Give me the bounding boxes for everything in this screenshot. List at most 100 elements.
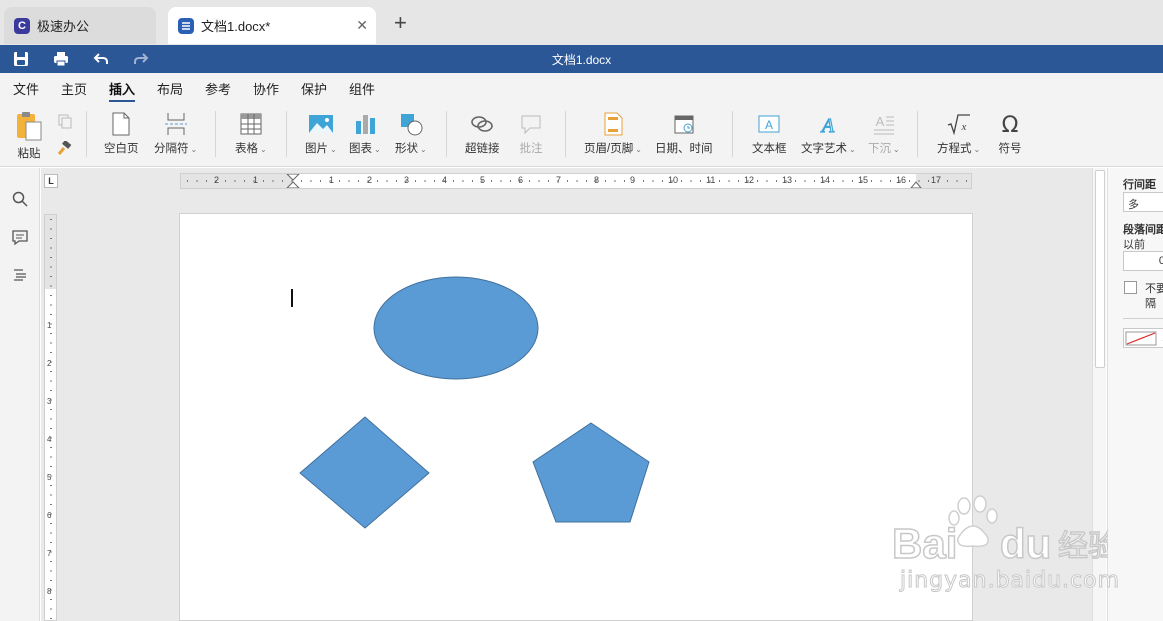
close-icon[interactable]: ✕: [356, 17, 368, 34]
paste-button[interactable]: 粘贴: [14, 110, 44, 161]
hyperlink-button[interactable]: 超链接: [465, 111, 500, 156]
navigation-icon[interactable]: [11, 266, 29, 284]
ruler-tick: 11: [706, 175, 716, 185]
svg-text:Bai: Bai: [892, 520, 957, 567]
menu-home[interactable]: 主页: [61, 79, 87, 98]
word-art-button[interactable]: A 文字艺术 ⌄: [801, 111, 856, 156]
format-painter-icon[interactable]: [56, 141, 72, 157]
scrollbar-thumb[interactable]: [1095, 170, 1105, 368]
menu-references[interactable]: 参考: [205, 79, 231, 98]
tab-label: 极速办公: [37, 19, 90, 34]
picture-button[interactable]: 图片 ⌄: [305, 111, 337, 156]
svg-text:A: A: [765, 118, 773, 132]
ruler-tick: 4: [47, 435, 52, 444]
menu-layout[interactable]: 布局: [157, 79, 183, 98]
spacing-before-input[interactable]: 0: [1123, 251, 1163, 271]
header-footer-icon: [604, 112, 623, 136]
vertical-ruler[interactable]: 1 2 3 4 5 6 7 8: [44, 214, 57, 621]
picture-icon: [308, 115, 333, 133]
ribbon-separator: [732, 111, 733, 157]
menu-bar: 文件 主页 插入 布局 参考 协作 保护 组件: [0, 73, 1163, 103]
comment-icon: [521, 115, 541, 135]
spacing-before-label: 以前: [1123, 239, 1145, 251]
shape-button[interactable]: 形状 ⌄: [395, 111, 427, 156]
menu-insert[interactable]: 插入: [109, 79, 136, 102]
ruler-tick: 1: [329, 175, 335, 185]
page-break-button[interactable]: 分隔符 ⌄: [154, 111, 197, 156]
word-art-icon: A: [820, 114, 836, 137]
date-time-button[interactable]: 日期、时间: [655, 111, 713, 156]
ribbon-separator: [215, 111, 216, 157]
document-icon: [178, 17, 194, 34]
ribbon-separator: [86, 111, 87, 157]
comments-icon[interactable]: [11, 228, 29, 246]
menu-collaborate[interactable]: 协作: [253, 79, 279, 98]
no-space-checkbox[interactable]: [1124, 281, 1137, 294]
ruler-tick: 8: [47, 587, 52, 596]
comment-button[interactable]: 批注: [518, 111, 544, 156]
ruler-tick: 3: [404, 175, 410, 185]
blank-page-button[interactable]: 空白页: [104, 111, 139, 156]
insert-ribbon: 粘贴 空白页 分隔符 ⌄ 表格 ⌄ 图片 ⌄ 图表 ⌄ 形状 ⌄ 超链接 批注 …: [0, 103, 1163, 167]
tab-stop-selector[interactable]: L: [44, 174, 58, 188]
svg-text:A: A: [876, 114, 885, 129]
chart-button[interactable]: 图表 ⌄: [349, 111, 381, 156]
paragraph-settings-panel: 行间距 多 段落间距 以前 0 不要 隔 ⌄: [1107, 168, 1163, 621]
ruler-tick: 8: [594, 175, 600, 185]
svg-text:x: x: [960, 121, 966, 133]
ribbon-separator: [917, 111, 918, 157]
drop-cap-icon: A: [873, 114, 894, 135]
chart-icon: [355, 115, 375, 134]
ruler-tick: 9: [630, 175, 636, 185]
omega-icon: Ω: [1002, 113, 1019, 137]
svg-text:Ω: Ω: [1002, 113, 1019, 137]
text-box-button[interactable]: A 文本框: [752, 111, 787, 156]
new-tab-button[interactable]: +: [394, 12, 407, 34]
no-color-icon: ⌄: [1125, 331, 1163, 346]
no-space-label-continued: 隔: [1145, 298, 1156, 310]
ruler-tick: 14: [820, 175, 831, 185]
app-logo-icon: C: [14, 17, 30, 34]
panel-divider: [1123, 318, 1163, 319]
document-page[interactable]: [179, 213, 973, 621]
menu-file[interactable]: 文件: [13, 79, 39, 98]
menu-protect[interactable]: 保护: [301, 79, 327, 98]
equation-button[interactable]: x 方程式 ⌄: [937, 111, 980, 156]
drop-cap-button[interactable]: A 下沉 ⌄: [868, 111, 900, 156]
no-space-label: 不要: [1145, 283, 1163, 295]
blank-page-icon: [112, 112, 130, 136]
svg-text:经验: 经验: [1058, 529, 1108, 564]
horizontal-ruler[interactable]: 2 1 1 2 3 4 5 6 7 8 9 10 11 12 13 14 15 …: [180, 173, 972, 189]
svg-text:A: A: [820, 115, 835, 137]
ruler-tick: 6: [47, 511, 52, 520]
paste-icon: [17, 112, 42, 141]
left-sidebar: [0, 168, 40, 621]
link-icon: [471, 116, 494, 132]
document-title: 文档1.docx: [551, 53, 612, 67]
header-footer-button[interactable]: 页眉/页脚 ⌄: [584, 111, 642, 156]
table-icon: [240, 113, 262, 135]
line-spacing-label: 行间距: [1123, 179, 1156, 191]
paragraph-spacing-label: 段落间距: [1123, 224, 1163, 236]
table-button[interactable]: 表格 ⌄: [235, 111, 267, 156]
ruler-tick: 6: [518, 175, 524, 185]
tab-label: 文档1.docx*: [201, 19, 271, 34]
border-style-picker[interactable]: ⌄: [1123, 328, 1163, 348]
search-icon[interactable]: [11, 190, 29, 208]
shape-icon: [400, 114, 423, 136]
tab-app-home[interactable]: C 极速办公: [4, 7, 156, 44]
ruler-tick: 1: [253, 175, 259, 185]
ruler-tick: 5: [480, 175, 486, 185]
tab-document[interactable]: 文档1.docx* ✕: [168, 7, 376, 44]
ruler-tick: 12: [744, 175, 755, 185]
ruler-tick: 7: [47, 549, 52, 558]
symbol-button[interactable]: Ω 符号: [997, 111, 1023, 156]
line-spacing-select[interactable]: 多: [1123, 192, 1163, 212]
svg-text:du: du: [1000, 520, 1051, 567]
ruler-tick: 3: [47, 397, 52, 406]
menu-plugins[interactable]: 组件: [349, 79, 375, 98]
ruler-tick: 16: [896, 175, 907, 185]
copy-icon[interactable]: [57, 113, 73, 129]
ribbon-separator: [446, 111, 447, 157]
watermark-url: jingyan.baidu.com: [899, 568, 1121, 594]
